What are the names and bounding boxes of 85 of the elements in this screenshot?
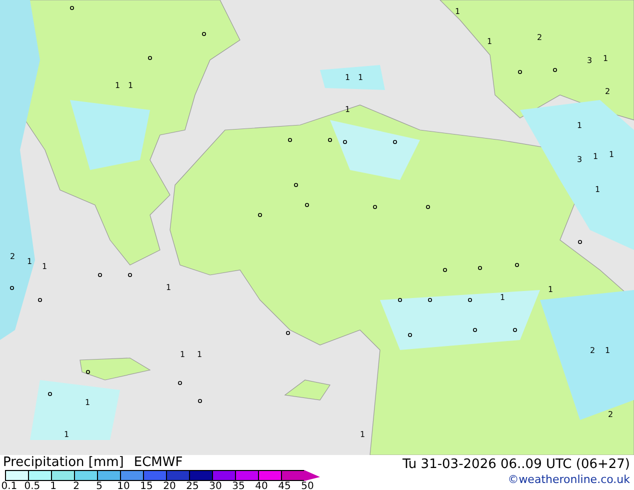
legend-tick-label: 40	[255, 481, 268, 490]
land-area	[80, 358, 151, 380]
precipitation-value: 1	[180, 350, 186, 359]
precipitation-value: 1	[345, 105, 350, 114]
precipitation-value: 1	[85, 398, 90, 407]
legend-tick-label: 0.5	[24, 481, 40, 490]
station-marker	[70, 6, 74, 10]
map-title: Precipitation [mm]	[3, 455, 124, 470]
precipitation-value: 1	[197, 350, 202, 359]
station-marker	[294, 183, 298, 187]
precipitation-value: 1	[595, 185, 600, 194]
station-marker	[288, 138, 292, 142]
station-marker	[478, 266, 482, 270]
station-marker	[178, 381, 182, 385]
station-marker	[373, 205, 377, 209]
land-area	[284, 380, 330, 400]
station-marker	[148, 56, 152, 60]
precipitation-value: 2	[608, 410, 614, 419]
station-marker	[468, 298, 472, 302]
precipitation-value: 1	[27, 257, 32, 266]
station-marker	[258, 213, 262, 217]
station-marker	[38, 298, 42, 302]
station-marker	[393, 140, 397, 144]
precipitation-value: 2	[590, 346, 596, 355]
station-marker	[578, 240, 582, 244]
station-marker	[86, 370, 90, 374]
precipitation-value: 1	[487, 37, 492, 46]
precipitation-value: 1	[605, 346, 610, 355]
legend-tick-label: 45	[278, 481, 291, 490]
precipitation-value: 1	[358, 73, 364, 82]
model-name: ECMWF	[134, 455, 183, 470]
station-marker	[473, 328, 477, 332]
precipitation-value: 1	[500, 293, 506, 302]
station-marker	[553, 68, 557, 72]
precipitation-value: 1	[548, 285, 554, 294]
station-marker	[328, 138, 332, 142]
legend-tick-label: 0.1	[1, 481, 18, 490]
credit-text: ©weatheronline.co.uk	[508, 473, 630, 487]
precipitation-value: 1	[42, 262, 48, 271]
station-marker	[286, 331, 290, 335]
precipitation-value: 2	[605, 87, 610, 96]
precipitation-value: 1	[128, 81, 134, 90]
station-marker	[202, 32, 206, 36]
precipitation-value: 1	[115, 81, 120, 90]
station-marker	[515, 263, 519, 267]
precipitation-value: 1	[593, 152, 598, 161]
station-marker	[408, 333, 412, 337]
station-marker	[513, 328, 517, 332]
legend-tick-label: 10	[117, 481, 130, 490]
station-marker	[426, 205, 430, 209]
legend-tick-label: 20	[163, 481, 176, 490]
precipitation-value: 2	[10, 252, 16, 261]
station-marker	[98, 273, 102, 277]
station-marker	[443, 268, 447, 272]
station-marker	[343, 140, 347, 144]
rain-area	[320, 65, 385, 90]
legend-tick-label: 50	[301, 481, 314, 490]
legend-tick-label: 5	[96, 481, 102, 490]
station-marker	[48, 392, 52, 396]
station-marker	[398, 298, 402, 302]
precipitation-value: 3	[587, 56, 592, 65]
precipitation-value: 1	[64, 430, 70, 439]
precipitation-value: 1	[345, 73, 350, 82]
legend-tick-label: 35	[232, 481, 245, 490]
precipitation-value: 1	[166, 283, 172, 292]
station-marker	[305, 203, 309, 207]
precipitation-value: 1	[609, 150, 614, 159]
station-marker	[128, 273, 132, 277]
legend-arrow-icon	[304, 470, 320, 481]
legend-tick-label: 1	[50, 481, 56, 490]
station-marker	[518, 70, 522, 74]
valid-time: Tu 31-03-2026 06..09 UTC (06+27)	[402, 456, 630, 473]
precipitation-value: 1	[577, 121, 582, 130]
station-marker	[198, 399, 202, 403]
legend-tick-label: 15	[140, 481, 153, 490]
legend-tick-label: 2	[73, 481, 80, 490]
precipitation-value: 2	[537, 33, 542, 42]
legend-tick-label: 30	[209, 481, 222, 490]
precipitation-value: 1	[455, 7, 460, 16]
precipitation-value: 1	[603, 54, 608, 63]
precipitation-value: 3	[577, 155, 582, 164]
precipitation-value: 1	[360, 430, 366, 439]
station-marker	[10, 286, 14, 290]
station-marker	[428, 298, 432, 302]
legend-tick-label: 25	[186, 481, 199, 490]
